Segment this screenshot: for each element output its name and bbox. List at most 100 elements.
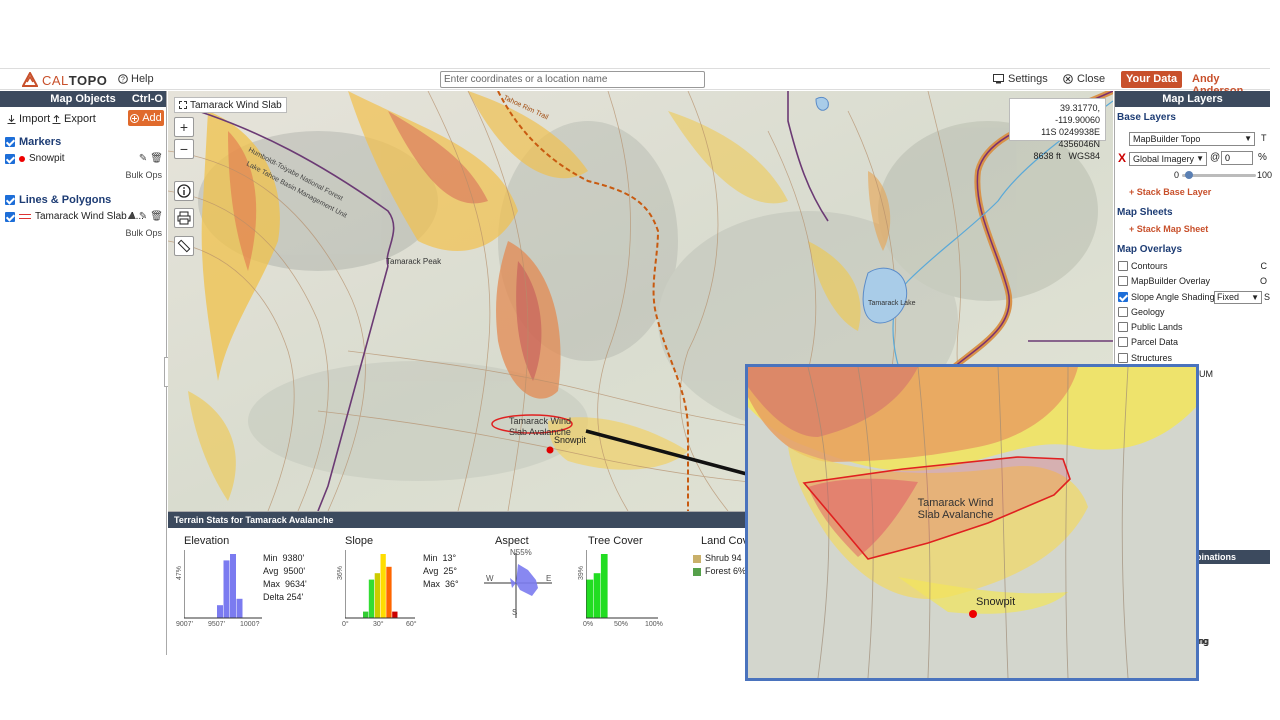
slope-shading-checkbox[interactable] — [1118, 292, 1128, 302]
stacked-layer-value: Global Imagery — [1133, 154, 1195, 164]
plus-circle-icon — [130, 113, 140, 123]
overlay-contours[interactable]: Contours — [1118, 261, 1168, 271]
stack-map-sheet-link[interactable]: + Stack Map Sheet — [1129, 224, 1208, 234]
bulk-ops-link[interactable]: Bulk Ops — [125, 170, 162, 180]
inset-label-line2: Slab Avalanche — [917, 509, 994, 521]
slope-title: Slope — [345, 535, 374, 547]
info-icon — [177, 184, 191, 198]
edit-pencil-icon[interactable]: ✎ — [139, 153, 147, 164]
lines-checkbox[interactable] — [5, 195, 15, 205]
inset-snowpit-marker[interactable] — [969, 610, 977, 618]
markers-checkbox[interactable] — [5, 137, 15, 147]
markers-section[interactable]: Markers — [5, 136, 61, 148]
help-button[interactable]: ? Help — [118, 73, 154, 85]
map-objects-title: Map Objects — [50, 93, 116, 105]
help-label: Help — [131, 73, 154, 85]
inset-label-line1: Tamarack Wind — [917, 497, 994, 509]
zoom-out-button[interactable]: − — [174, 139, 194, 159]
elev-max: 9634' — [285, 579, 307, 589]
export-button[interactable]: Export — [52, 113, 96, 125]
slope-avg: 25° — [443, 566, 457, 576]
public-lands-checkbox[interactable] — [1118, 322, 1128, 332]
elevation-bar — [217, 605, 223, 618]
geology-label: Geology — [1131, 307, 1165, 317]
remove-layer-button[interactable]: X — [1118, 151, 1126, 165]
trash-icon[interactable]: 🗑 — [150, 211, 163, 222]
overlay-structures[interactable]: Structures — [1118, 353, 1172, 363]
settings-button[interactable]: Settings — [993, 73, 1048, 85]
trash-icon[interactable]: 🗑 — [150, 153, 163, 164]
monitor-icon — [993, 74, 1004, 84]
stack-base-layer-link[interactable]: + Stack Base Layer — [1129, 187, 1211, 197]
import-button[interactable]: Import — [7, 113, 50, 125]
edit-pencil-icon[interactable]: ✎ — [139, 211, 147, 222]
your-data-button[interactable]: Your Data — [1121, 71, 1183, 88]
slider-min-label: 0 — [1174, 170, 1180, 180]
marker-item-snowpit[interactable]: Snowpit — [5, 153, 65, 164]
info-button[interactable] — [174, 181, 194, 201]
stacked-layer-select[interactable]: Global Imagery ▼ — [1129, 152, 1207, 166]
snowpit-map-label: Snowpit — [554, 435, 587, 445]
opacity-input[interactable] — [1221, 151, 1253, 165]
search-input[interactable] — [440, 71, 705, 88]
shrub-swatch — [693, 554, 701, 563]
close-button[interactable]: Close — [1063, 73, 1105, 85]
polygon-checkbox[interactable] — [5, 211, 15, 222]
land-cover-value: 94 — [731, 553, 742, 563]
bulk-ops-link[interactable]: Bulk Ops — [125, 228, 162, 238]
land-cover-row: Forest 6% — [693, 565, 746, 578]
caltopo-logo[interactable]: CALTOPO — [22, 72, 107, 88]
opacity-slider[interactable] — [1182, 174, 1256, 177]
lines-polygons-section[interactable]: Lines & Polygons — [5, 194, 111, 206]
slope-ylabel: 36% — [337, 565, 344, 580]
map-objects-panel: Map Objects Ctrl-O Import Export Add Mar… — [0, 91, 167, 655]
slope-tick: 60° — [406, 621, 417, 628]
mapbuilder-checkbox[interactable] — [1118, 276, 1128, 286]
zoom-in-button[interactable]: + — [174, 117, 194, 137]
elev-min: 9380' — [282, 553, 305, 563]
slope-min: 13° — [442, 553, 457, 563]
opacity-unit: % — [1258, 152, 1267, 163]
measure-button[interactable] — [174, 236, 194, 256]
slope-mode-value: Fixed — [1217, 292, 1240, 302]
map-title-chip[interactable]: Tamarack Wind Slab — [174, 97, 287, 113]
overlay-mapbuilder[interactable]: MapBuilder Overlay — [1118, 276, 1210, 286]
structures-label: Structures — [1131, 353, 1173, 363]
geology-checkbox[interactable] — [1118, 307, 1128, 317]
snowpit-checkbox[interactable] — [5, 153, 15, 164]
overlay-slope-shading[interactable]: Slope Angle Shading — [1118, 292, 1215, 302]
print-button[interactable] — [174, 208, 194, 228]
elevation-bar — [230, 554, 236, 618]
slope-bar — [380, 554, 386, 618]
overlay-parcel-data[interactable]: Parcel Data — [1118, 337, 1178, 347]
map-layers-title: Map Layers — [1162, 93, 1223, 105]
question-icon: ? — [118, 74, 128, 84]
slope-mode-select[interactable]: Fixed ▼ — [1214, 291, 1262, 304]
add-button[interactable]: Add — [128, 110, 164, 126]
snowpit-marker[interactable] — [546, 446, 554, 454]
map-overlays-title: Map Overlays — [1117, 244, 1183, 255]
opacity-slider-handle[interactable] — [1185, 171, 1193, 179]
slope-bar — [392, 611, 398, 618]
slope-histogram — [345, 550, 415, 619]
partial-ng-label: ng — [1198, 636, 1209, 646]
overlay-geology[interactable]: Geology — [1118, 307, 1165, 317]
tree-tick: 0% — [583, 621, 594, 628]
land-cover-row: Shrub 94 — [693, 552, 746, 565]
terrain-profile-icon[interactable]: ⛰ — [128, 211, 136, 222]
polygon-item[interactable]: Tamarack Wind Slab A... — [5, 211, 144, 222]
elevation-bar — [223, 560, 230, 618]
elev-avg-label: Avg — [263, 566, 279, 576]
aspect-wedge — [516, 564, 538, 596]
overlay-public-lands[interactable]: Public Lands — [1118, 322, 1183, 332]
avalanche-label-line1: Tamarack Wind — [509, 416, 571, 426]
structures-checkbox[interactable] — [1118, 353, 1128, 363]
upload-icon — [52, 114, 61, 124]
parcel-data-checkbox[interactable] — [1118, 337, 1128, 347]
tree-cover-bar — [593, 573, 601, 618]
contours-checkbox[interactable] — [1118, 261, 1128, 271]
printer-icon — [177, 211, 191, 225]
chevron-down-icon: ▼ — [1196, 154, 1204, 163]
snowpit-label[interactable]: Snowpit — [29, 153, 65, 164]
base-layer-select[interactable]: MapBuilder Topo ▼ — [1129, 132, 1255, 146]
